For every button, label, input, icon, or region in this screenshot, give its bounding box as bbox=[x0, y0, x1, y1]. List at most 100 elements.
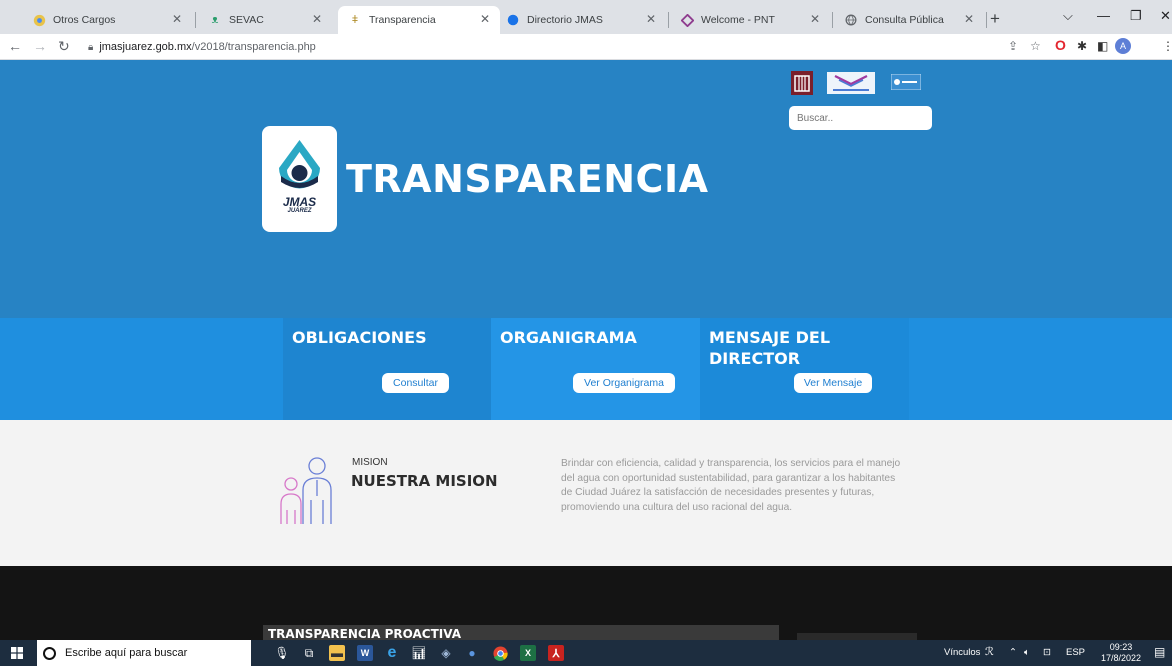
clock-date: 17/8/2022 bbox=[1100, 653, 1142, 663]
tab-sevac[interactable]: ᴥ SEVAC ✕ bbox=[198, 6, 332, 34]
transparencia-brand-logo-icon[interactable] bbox=[827, 72, 875, 94]
extensions-puzzle-icon[interactable]: ✱ bbox=[1077, 39, 1087, 53]
show-hidden-icons-chevron-icon[interactable]: ⌃ bbox=[1009, 647, 1017, 658]
links-toolbar[interactable]: Vínculos bbox=[944, 647, 980, 658]
word-icon[interactable]: W bbox=[357, 645, 373, 661]
ver-mensaje-button[interactable]: Ver Mensaje bbox=[794, 373, 872, 393]
section-title: TRANSPARENCIA PROACTIVA bbox=[268, 627, 462, 641]
excel-icon[interactable]: X bbox=[520, 645, 536, 661]
tab-directorio-jmas[interactable]: Directorio JMAS ✕ bbox=[496, 6, 666, 34]
water-drop-logo-icon bbox=[279, 140, 320, 189]
chrome-icon bbox=[32, 13, 46, 27]
file-explorer-icon[interactable]: ▬ bbox=[329, 645, 345, 661]
side-panel-icon[interactable]: ◧ bbox=[1097, 39, 1108, 53]
tab-divider bbox=[668, 12, 669, 28]
globe-icon bbox=[844, 13, 858, 27]
tab-search-chevron-icon[interactable]: ⌵ bbox=[1063, 8, 1073, 24]
close-tab-icon[interactable]: ✕ bbox=[480, 12, 490, 26]
institution-building-icon[interactable] bbox=[791, 71, 813, 95]
close-tab-icon[interactable]: ✕ bbox=[964, 12, 974, 26]
tab-label: Otros Cargos bbox=[53, 14, 116, 26]
card-obligaciones: OBLIGACIONES Consultar bbox=[283, 318, 492, 420]
card-title: OBLIGACIONES bbox=[292, 328, 427, 347]
share-icon[interactable]: ⇪ bbox=[1008, 39, 1018, 53]
action-center-icon[interactable]: ▤ bbox=[1154, 645, 1165, 659]
jmas-logo[interactable]: JMAS JUÁREZ bbox=[262, 126, 337, 232]
close-tab-icon[interactable]: ✕ bbox=[810, 12, 820, 26]
windows-taskbar: Escribe aquí para buscar 🎙︎ ⧉ ▬ W e 📊︎ ◈… bbox=[0, 640, 1172, 666]
mission-label: MISION bbox=[352, 457, 388, 468]
close-window-icon[interactable]: ✕ bbox=[1160, 8, 1171, 24]
tab-label: SEVAC bbox=[229, 14, 264, 26]
hero-banner: JMAS JUÁREZ TRANSPARENCIA bbox=[0, 60, 1172, 318]
tab-otros-cargos[interactable]: Otros Cargos ✕ bbox=[22, 6, 192, 34]
remote-app-icon[interactable]: ◈ bbox=[438, 645, 454, 661]
mission-text: Brindar con eficiencia, calidad y transp… bbox=[561, 458, 901, 513]
network-icon[interactable]: ⊡ bbox=[1043, 647, 1051, 658]
volume-icon[interactable]: 🔈︎ bbox=[1024, 647, 1030, 658]
acrobat-icon[interactable]: ⅄ bbox=[548, 645, 564, 661]
tab-consulta-publica[interactable]: Consulta Pública ✕ bbox=[834, 6, 984, 34]
close-tab-icon[interactable]: ✕ bbox=[172, 12, 182, 26]
consultar-button[interactable]: Consultar bbox=[382, 373, 449, 393]
system-clock[interactable]: 09:23 17/8/2022 bbox=[1100, 642, 1142, 664]
government-seal-icon[interactable] bbox=[891, 74, 921, 90]
task-view-icon[interactable]: ⧉ bbox=[301, 645, 317, 661]
dark-section: TRANSPARENCIA PROACTIVA bbox=[0, 566, 1172, 641]
logo-subtext: JUÁREZ bbox=[287, 208, 312, 214]
taskbar-search-placeholder: Escribe aquí para buscar bbox=[65, 647, 188, 659]
url-host: jmasjuarez.gob.mx bbox=[99, 41, 192, 53]
url-path: /v2018/transparencia.php bbox=[191, 41, 316, 53]
people-icon bbox=[280, 457, 332, 524]
browser-menu-icon[interactable]: ⋮ bbox=[1162, 39, 1172, 53]
opera-extension-icon[interactable]: O bbox=[1055, 37, 1066, 53]
tab-label: Welcome - PNT bbox=[701, 14, 775, 26]
forward-arrow-icon[interactable]: → bbox=[33, 38, 47, 54]
address-bar-row: ← → ↻ 🔒︎ jmasjuarez.gob.mx/v2018/transpa… bbox=[0, 34, 1172, 60]
reload-icon[interactable]: ↻ bbox=[58, 38, 70, 55]
edge-icon[interactable]: e bbox=[384, 644, 400, 661]
notifications-app-icon[interactable]: ● bbox=[464, 645, 480, 661]
search-input[interactable] bbox=[789, 106, 932, 130]
cortana-circle-icon bbox=[43, 646, 56, 660]
pnt-icon bbox=[680, 13, 694, 27]
card-organigrama: ORGANIGRAMA Ver Organigrama bbox=[491, 318, 700, 420]
taskbar-search-input[interactable]: Escribe aquí para buscar bbox=[37, 640, 251, 666]
microphone-icon[interactable]: 🎙︎ bbox=[274, 645, 290, 661]
transparencia-icon: ǂ bbox=[351, 14, 359, 26]
ver-organigrama-button[interactable]: Ver Organigrama bbox=[573, 373, 675, 393]
charts-app-icon[interactable]: 📊︎ bbox=[411, 645, 427, 661]
logo-text: JMAS bbox=[282, 195, 317, 209]
bookmark-star-icon[interactable]: ☆ bbox=[1030, 39, 1041, 53]
profile-avatar[interactable]: A bbox=[1115, 38, 1131, 54]
back-arrow-icon[interactable]: ← bbox=[8, 38, 22, 54]
restore-icon[interactable]: ❐ bbox=[1130, 8, 1142, 24]
card-mensaje-director: MENSAJE DEL DIRECTOR Ver Mensaje bbox=[700, 318, 909, 420]
people-tray-icon[interactable]: ℛ bbox=[985, 645, 994, 658]
tab-label: Directorio JMAS bbox=[527, 14, 603, 26]
tab-divider bbox=[986, 12, 987, 28]
tab-label: Consulta Pública bbox=[865, 14, 944, 26]
sevac-icon: ᴥ bbox=[211, 14, 219, 26]
globe-icon bbox=[506, 13, 520, 27]
url-field[interactable]: 🔒︎ jmasjuarez.gob.mx/v2018/transparencia… bbox=[88, 37, 1002, 57]
close-tab-icon[interactable]: ✕ bbox=[312, 12, 322, 26]
tab-transparencia[interactable]: ǂ Transparencia ✕ bbox=[338, 6, 500, 34]
mission-section: MISION NUESTRA MISION Brindar con eficie… bbox=[0, 420, 1172, 566]
new-tab-icon[interactable]: + bbox=[990, 9, 1000, 29]
lock-icon: 🔒︎ bbox=[88, 41, 94, 53]
tab-divider bbox=[832, 12, 833, 28]
browser-tab-strip: Otros Cargos ✕ ᴥ SEVAC ✕ ǂ Transparencia… bbox=[0, 0, 1172, 34]
tab-welcome-pnt[interactable]: Welcome - PNT ✕ bbox=[670, 6, 830, 34]
page-title: TRANSPARENCIA bbox=[346, 157, 709, 201]
windows-start-icon[interactable] bbox=[11, 647, 23, 659]
chrome-taskbar-icon[interactable] bbox=[492, 645, 508, 661]
clock-time: 09:23 bbox=[1109, 642, 1133, 652]
side-card bbox=[797, 633, 917, 640]
close-tab-icon[interactable]: ✕ bbox=[646, 12, 656, 26]
mission-title: NUESTRA MISION bbox=[351, 472, 498, 490]
quick-links-band: OBLIGACIONES Consultar ORGANIGRAMA Ver O… bbox=[0, 318, 1172, 420]
minimize-icon[interactable]: — bbox=[1097, 8, 1110, 23]
card-title: MENSAJE DEL DIRECTOR bbox=[709, 328, 831, 368]
language-indicator[interactable]: ESP bbox=[1066, 647, 1085, 658]
